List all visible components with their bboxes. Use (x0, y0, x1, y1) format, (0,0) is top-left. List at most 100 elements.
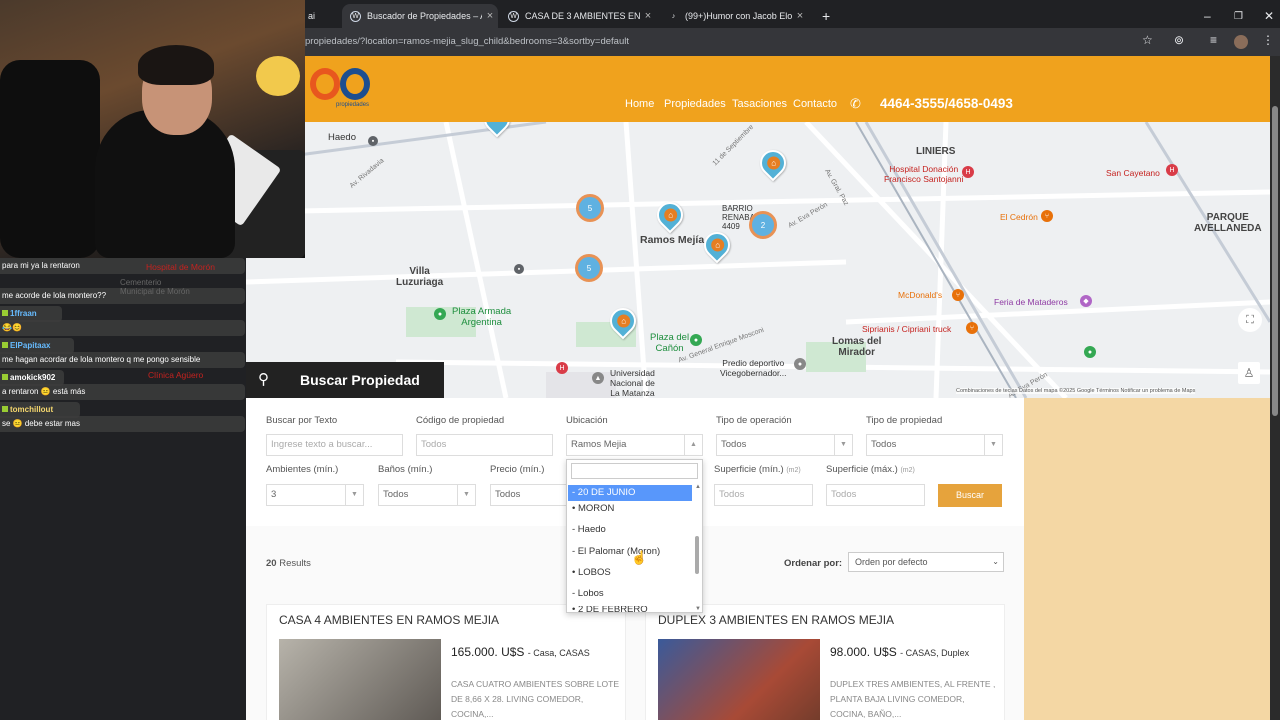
map-attribution: Combinaciones de teclas Datos del mapa ©… (956, 388, 1196, 394)
dropdown-option[interactable]: • MORON (568, 501, 692, 517)
extension-icon[interactable]: ⊚ (1174, 33, 1184, 47)
property-type: - CASAS, Duplex (900, 648, 970, 658)
price-value: Todos (495, 489, 521, 500)
rooms-value: 3 (271, 489, 277, 500)
new-tab-button[interactable]: + (814, 4, 842, 28)
park-icon[interactable]: ● (1084, 346, 1096, 358)
rooms-select[interactable]: 3 ▼ (266, 484, 364, 506)
dropdown-scroll-thumb[interactable] (695, 536, 699, 574)
restaurant-icon[interactable]: ⑂ (952, 289, 964, 301)
property-image[interactable] (279, 639, 441, 720)
stadium-icon[interactable]: ● (794, 358, 806, 370)
page-scroll-thumb[interactable] (1272, 106, 1278, 416)
baths-select[interactable]: Todos ▼ (378, 484, 476, 506)
map-label-villa-luzuriaga: Villa Luzuriaga (396, 266, 444, 288)
park-icon[interactable]: ● (690, 334, 702, 346)
logo-text: propiedades (336, 102, 370, 108)
hospital-icon[interactable]: H (556, 362, 568, 374)
dropdown-option[interactable]: • LOBOS (568, 565, 692, 581)
train-station-icon[interactable]: ▪ (514, 264, 524, 274)
price-select[interactable]: Todos (490, 484, 568, 506)
close-tab-icon[interactable]: × (640, 10, 656, 22)
chat-user[interactable]: ElPapitaax (10, 341, 50, 350)
train-station-icon[interactable]: ▪ (368, 136, 378, 146)
chat-user[interactable]: amokick902 (10, 373, 55, 382)
dropdown-option[interactable]: - Haedo (568, 522, 692, 538)
operation-value: Todos (721, 439, 747, 450)
webcam-overlay (0, 0, 305, 258)
nav-propiedades[interactable]: Propiedades (664, 98, 726, 110)
url-field[interactable]: propiedades/?location=ramos-mejia_slug_c… (305, 33, 1145, 51)
marker-cluster[interactable]: 5 (576, 194, 604, 222)
property-card[interactable]: CASA 4 AMBIENTES EN RAMOS MEJIA 165.000.… (266, 604, 626, 720)
map-label-liniers: LINIERS (916, 146, 956, 157)
scroll-up-icon[interactable]: ▲ (695, 484, 701, 490)
park-icon[interactable]: ● (434, 308, 446, 320)
wordpress-icon: W (508, 10, 519, 22)
location-select[interactable]: Ramos Mejia ▲ (566, 434, 703, 456)
label-text: Buscar por Texto (266, 415, 338, 426)
hospital-icon[interactable]: H (962, 166, 974, 178)
property-card[interactable]: DUPLEX 3 AMBIENTES EN RAMOS MEJIA 98.000… (645, 604, 1005, 720)
close-window-icon[interactable]: ✕ (1256, 4, 1276, 28)
fullscreen-icon[interactable]: ⛶ (1238, 308, 1262, 332)
restaurant-icon[interactable]: ⑂ (1041, 210, 1053, 222)
order-label: Ordenar por: (784, 558, 843, 569)
map[interactable]: Av. Rivadavia 11 de Septiembre Av. Gral.… (246, 122, 1270, 398)
hospital-icon[interactable]: H (1166, 164, 1178, 176)
restaurant-icon[interactable]: ⑂ (966, 322, 978, 334)
site-logo[interactable]: propiedades (302, 64, 382, 112)
property-title[interactable]: DUPLEX 3 AMBIENTES EN RAMOS MEJIA (658, 613, 894, 627)
nav-home[interactable]: Home (625, 98, 654, 110)
map-label-predio: Predio deportivo Vicegobernador... (720, 358, 787, 378)
nav-tasaciones[interactable]: Tasaciones (732, 98, 787, 110)
code-input[interactable]: Todos (416, 434, 553, 456)
browser-tab[interactable]: ♪ (99+)Humor con Jacob Elordi × (660, 4, 808, 28)
property-title[interactable]: CASA 4 AMBIENTES EN RAMOS MEJIA (279, 613, 499, 627)
operation-select[interactable]: Todos ▼ (716, 434, 853, 456)
nav-contacto[interactable]: Contacto (793, 98, 837, 110)
marker-cluster[interactable]: 5 (575, 254, 603, 282)
university-icon[interactable]: ▲ (592, 372, 604, 384)
search-text-input[interactable]: Ingrese texto a buscar... (266, 434, 403, 456)
bookmark-star-icon[interactable]: ☆ (1142, 33, 1153, 47)
location-dropdown[interactable]: - 20 DE JUNIO • MORON - Haedo - El Palom… (566, 459, 703, 614)
chat-badge-icon (2, 310, 8, 316)
page-scrollbar[interactable] (1270, 56, 1280, 720)
price-currency: U$S (501, 645, 525, 659)
chat-user[interactable]: 1ffraan (10, 309, 37, 318)
pegman-icon[interactable]: ♙ (1238, 362, 1260, 384)
media-icon[interactable]: ≡ (1210, 33, 1217, 47)
close-tab-icon[interactable]: × (792, 10, 808, 22)
map-label-san-cayetano: San Cayetano (1106, 168, 1160, 178)
chat-user[interactable]: tomchillout (10, 405, 53, 414)
chat-text: 😂😊 (2, 323, 22, 332)
profile-avatar[interactable] (1234, 35, 1248, 49)
browser-tab-active[interactable]: W Buscador de Propiedades – ALI × (342, 4, 498, 28)
map-label-clinica: Clínica Agüero (148, 370, 204, 380)
dropdown-option[interactable]: - El Palomar (Moron) (568, 544, 692, 560)
dropdown-option[interactable]: • 2 DE FEBRERO (568, 606, 692, 614)
maximize-icon[interactable]: ❐ (1226, 4, 1246, 28)
browser-tab[interactable]: ai (300, 4, 340, 28)
surface-max-input[interactable]: Todos (826, 484, 925, 506)
type-select[interactable]: Todos ▼ (866, 434, 1003, 456)
minimize-icon[interactable]: – (1196, 4, 1216, 28)
dropdown-option[interactable]: - Lobos (568, 586, 692, 602)
tiktok-icon: ♪ (671, 12, 676, 20)
phone-number[interactable]: 4464-3555/4658-0493 (880, 96, 1013, 111)
search-button[interactable]: Buscar (938, 484, 1002, 507)
order-select[interactable]: Orden por defecto ⌄ (848, 552, 1004, 572)
dropdown-search-input[interactable] (571, 463, 698, 479)
tab-title: CASA DE 3 AMBIENTES EN RAM (525, 11, 640, 21)
browser-tab[interactable]: W CASA DE 3 AMBIENTES EN RAM × (500, 4, 656, 28)
menu-icon[interactable]: ⋮ (1262, 33, 1274, 47)
shopping-icon[interactable]: ◆ (1080, 295, 1092, 307)
close-tab-icon[interactable]: × (482, 10, 498, 22)
property-image[interactable] (658, 639, 820, 720)
dropdown-option[interactable]: - 20 DE JUNIO (568, 485, 692, 501)
scroll-down-icon[interactable]: ▼ (695, 606, 701, 612)
marker-cluster[interactable]: 2 (749, 211, 777, 239)
surface-min-input[interactable]: Todos (714, 484, 813, 506)
search-icon: ⚲ (258, 371, 269, 388)
